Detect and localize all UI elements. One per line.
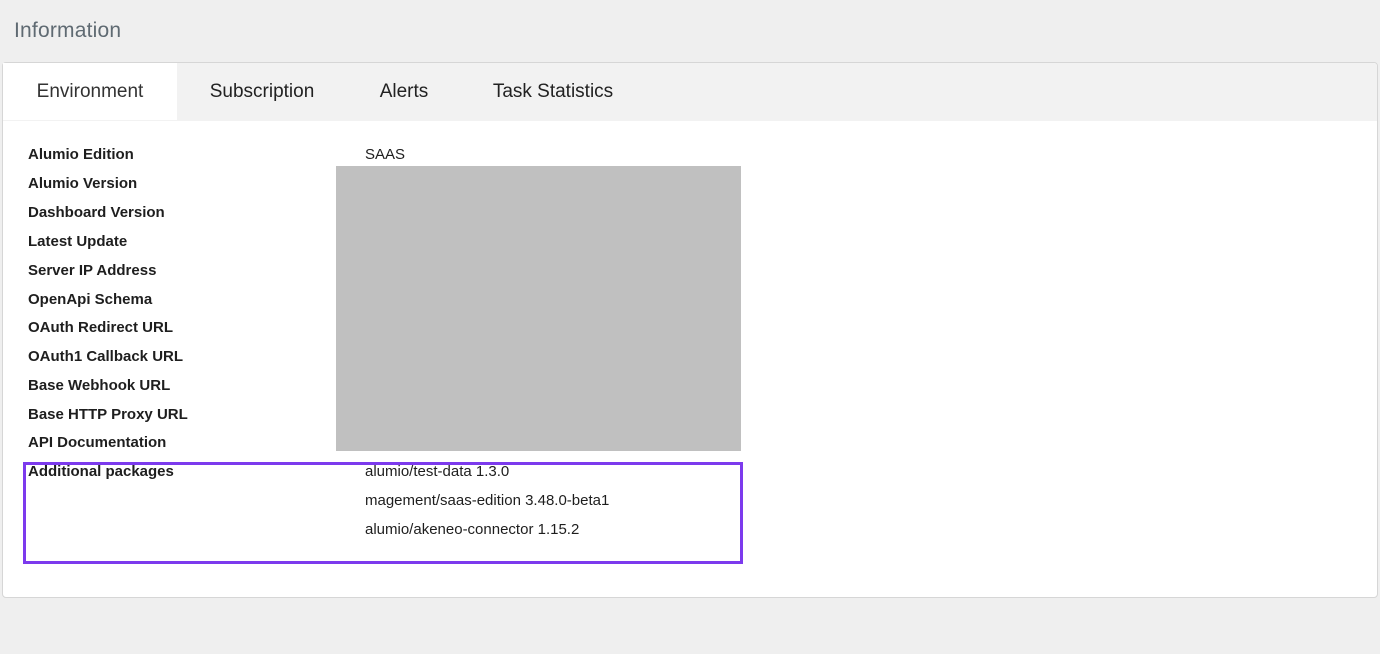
additional-packages-highlight <box>23 462 743 564</box>
information-card: Environment Subscription Alerts Task Sta… <box>2 62 1378 598</box>
tab-alerts[interactable]: Alerts <box>378 63 430 120</box>
row-label-latest-update: Latest Update <box>28 233 128 250</box>
row-label-alumio-edition: Alumio Edition <box>28 146 134 163</box>
tab-environment[interactable]: Environment <box>3 63 177 120</box>
tab-task-statistics[interactable]: Task Statistics <box>491 63 615 120</box>
row-label-base-http-proxy-url: Base HTTP Proxy URL <box>28 406 188 423</box>
row-label-api-documentation: API Documentation <box>28 434 167 451</box>
tab-subscription[interactable]: Subscription <box>208 63 316 120</box>
row-value-alumio-edition: SAAS <box>365 146 406 163</box>
row-label-server-ip-address: Server IP Address <box>28 262 157 279</box>
redacted-values-block <box>336 166 741 451</box>
row-label-base-webhook-url: Base Webhook URL <box>28 377 171 394</box>
row-label-oauth-redirect-url: OAuth Redirect URL <box>28 319 174 336</box>
row-label-openapi-schema: OpenApi Schema <box>28 291 153 308</box>
row-label-alumio-version: Alumio Version <box>28 175 138 192</box>
row-label-dashboard-version: Dashboard Version <box>28 204 165 221</box>
row-label-oauth1-callback-url: OAuth1 Callback URL <box>28 348 184 365</box>
tab-bar: Environment Subscription Alerts Task Sta… <box>3 63 1377 121</box>
page-title: Information <box>14 19 122 42</box>
